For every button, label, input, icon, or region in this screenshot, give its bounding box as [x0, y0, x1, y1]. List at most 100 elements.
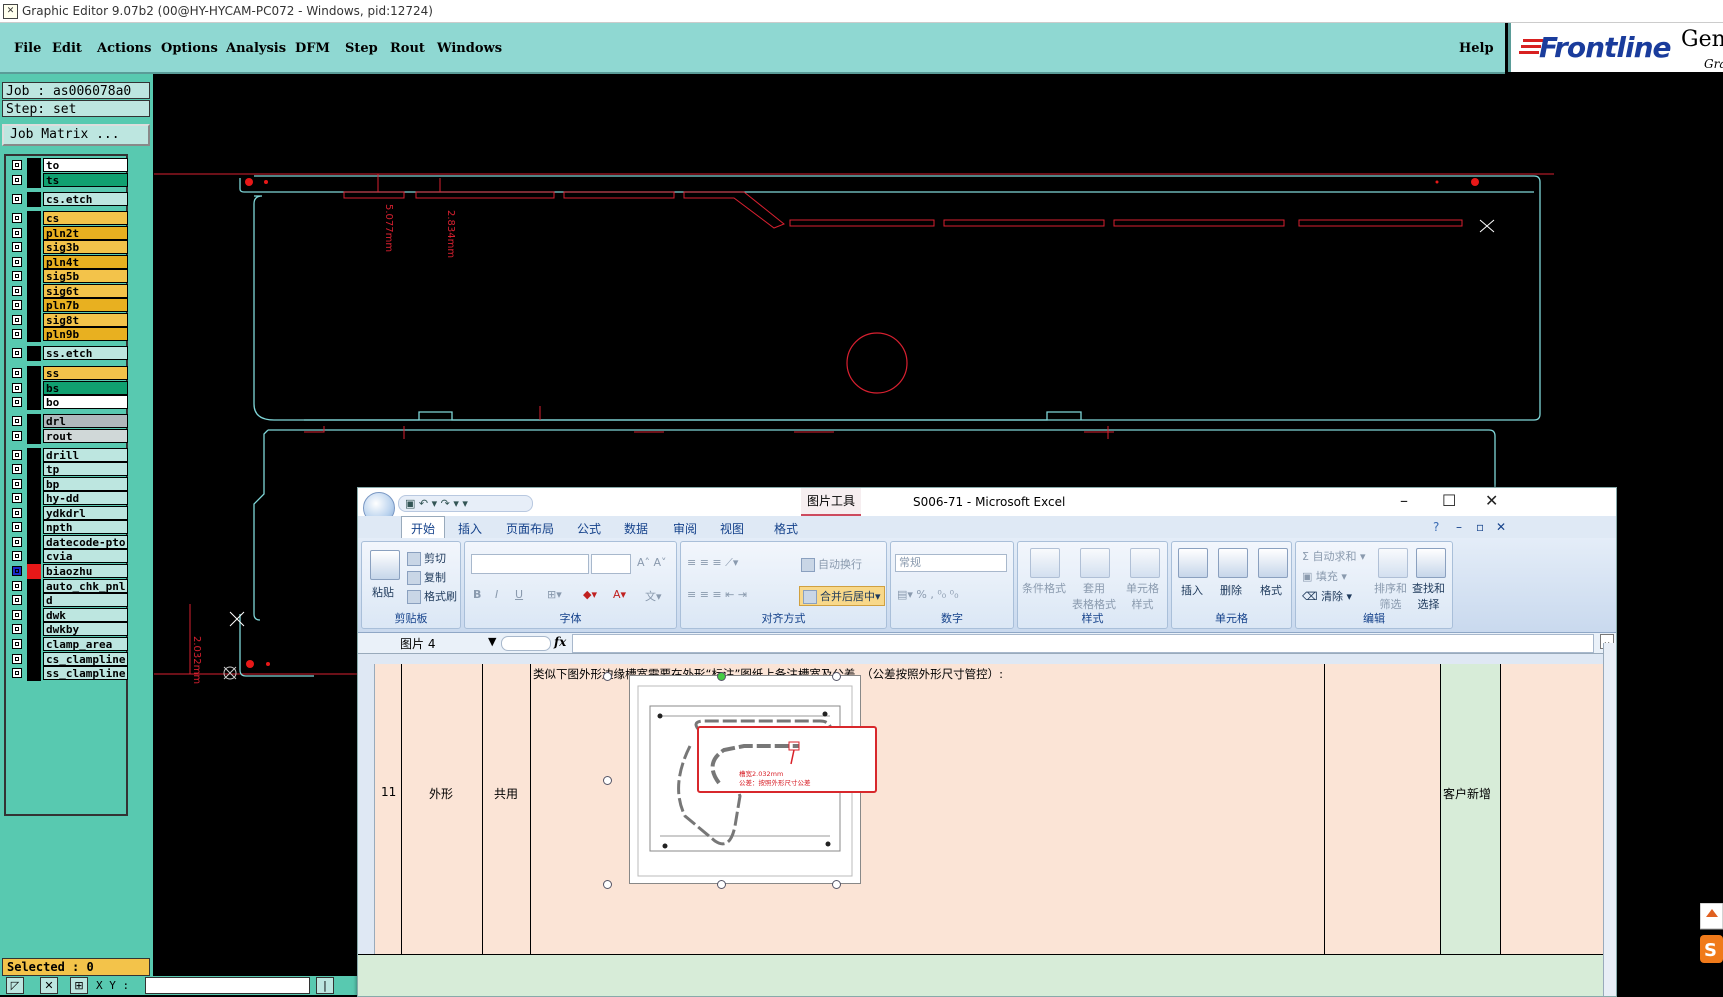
tool-button-2[interactable]: ✕ — [40, 977, 58, 994]
layer-name[interactable]: bo — [43, 395, 128, 409]
format-painter-button[interactable]: 格式刷 — [407, 588, 457, 604]
layer-name[interactable]: cs — [43, 211, 128, 225]
cell-note[interactable]: 客户新增 — [1441, 664, 1501, 954]
layer-row[interactable]: dwkby — [8, 622, 128, 637]
resize-handle[interactable] — [603, 880, 612, 889]
menu-analysis[interactable]: Analysis — [226, 41, 286, 56]
ime-icon[interactable]: S — [1700, 903, 1723, 965]
layer-row[interactable]: d — [8, 593, 128, 608]
find-select-button[interactable]: 查找和 选择 — [1412, 580, 1445, 612]
border-icon[interactable]: ⊞▾ — [547, 588, 562, 601]
layer-name[interactable]: npth — [43, 520, 128, 534]
layer-row[interactable]: hy-dd — [8, 491, 128, 506]
layer-checkbox[interactable] — [12, 508, 22, 518]
maximize-icon[interactable]: ☐ — [1442, 491, 1456, 510]
italic-icon[interactable]: I — [495, 588, 498, 601]
layer-checkbox[interactable] — [12, 522, 22, 532]
layer-row[interactable]: ss.etch — [8, 346, 128, 361]
tab-home[interactable]: 开始 — [401, 516, 446, 538]
layer-name[interactable]: hy-dd — [43, 491, 128, 505]
layer-name[interactable]: dwk — [43, 608, 128, 622]
menu-edit[interactable]: Edit — [52, 41, 82, 56]
layer-row[interactable]: auto_chk_pnl — [8, 579, 128, 594]
layer-row[interactable]: sig6t — [8, 284, 128, 299]
layer-row[interactable]: cvia — [8, 549, 128, 564]
layer-row[interactable]: cs — [8, 211, 128, 226]
layer-checkbox[interactable] — [12, 383, 22, 393]
layer-checkbox[interactable] — [12, 194, 22, 204]
tool-button-1[interactable]: ◸ — [6, 977, 24, 994]
layer-name[interactable]: bp — [43, 477, 128, 491]
tab-view[interactable]: 视图 — [720, 520, 744, 537]
layer-checkbox[interactable] — [12, 566, 22, 576]
fx-icon[interactable]: fx — [554, 635, 566, 649]
minimize-icon[interactable]: – — [1400, 491, 1408, 510]
layer-checkbox[interactable] — [12, 242, 22, 252]
layer-row[interactable]: rout — [8, 429, 128, 444]
copy-button[interactable]: 复制 — [407, 569, 446, 585]
layer-checkbox[interactable] — [12, 160, 22, 170]
help-icon[interactable]: ? — [1433, 520, 1439, 534]
layer-row[interactable]: dwk — [8, 608, 128, 623]
layer-checkbox[interactable] — [12, 348, 22, 358]
layer-name[interactable]: pln2t — [43, 226, 128, 240]
resize-handle[interactable] — [832, 672, 841, 681]
close-icon[interactable]: ✕ — [1485, 491, 1498, 510]
merge-center-button[interactable]: 合并后居中▾ — [799, 586, 885, 606]
autosum-button[interactable]: Σ 自动求和 ▾ — [1302, 548, 1365, 564]
quick-access-toolbar[interactable]: ▣ ↶ ▾ ↷ ▾ ▾ — [398, 495, 533, 512]
layer-name[interactable]: cvia — [43, 549, 128, 563]
wrap-text-button[interactable]: 自动换行 — [801, 556, 862, 572]
name-box[interactable]: 图片 4 — [400, 635, 435, 652]
layer-name[interactable]: clamp_area — [43, 637, 128, 651]
currency-icon[interactable]: ▤▾ % , ⁰₀ ⁰₀ — [897, 588, 959, 601]
layer-checkbox[interactable] — [12, 329, 22, 339]
layer-name[interactable]: ts — [43, 173, 128, 187]
rotate-handle[interactable] — [717, 672, 726, 681]
formula-cancel-enter[interactable] — [501, 636, 551, 651]
paste-button[interactable]: 粘贴 — [372, 584, 394, 600]
layer-name[interactable]: to — [43, 158, 128, 172]
bold-icon[interactable]: B — [473, 588, 481, 601]
font-size-select[interactable] — [591, 554, 631, 574]
insert-cells-button[interactable]: 插入 — [1181, 582, 1203, 598]
layer-name[interactable]: datecode-pto — [43, 535, 128, 549]
layer-row[interactable]: cs.etch — [8, 192, 128, 207]
layer-checkbox[interactable] — [12, 450, 22, 460]
formula-input[interactable] — [572, 634, 1594, 653]
layer-name[interactable]: d — [43, 593, 128, 607]
layer-name[interactable]: cs_clampline — [43, 652, 128, 666]
menu-options[interactable]: Options — [161, 41, 218, 56]
layer-row[interactable]: bp — [8, 477, 128, 492]
menu-windows[interactable]: Windows — [437, 41, 502, 56]
layer-name[interactable]: biaozhu — [43, 564, 128, 578]
grid-icon[interactable]: ⊞ — [70, 977, 88, 994]
tab-format[interactable]: 格式 — [774, 520, 798, 537]
sort-filter-button[interactable]: 排序和 筛选 — [1374, 580, 1407, 612]
conditional-format-button[interactable]: 条件格式 — [1022, 580, 1066, 596]
layer-name[interactable]: ydkdrl — [43, 506, 128, 520]
layer-name[interactable]: ss_clampline — [43, 666, 128, 680]
menu-file[interactable]: File — [14, 41, 41, 56]
layer-checkbox[interactable] — [12, 493, 22, 503]
layer-row[interactable]: to — [8, 158, 128, 173]
namebox-dropdown-icon[interactable]: ▼ — [488, 635, 496, 648]
layer-row[interactable]: sig8t — [8, 313, 128, 328]
resize-handle[interactable] — [603, 776, 612, 785]
layer-name[interactable]: drill — [43, 448, 128, 462]
layer-checkbox[interactable] — [12, 213, 22, 223]
layer-name[interactable]: ss.etch — [43, 346, 128, 360]
font-name-select[interactable] — [471, 554, 589, 574]
layer-name[interactable]: tp — [43, 462, 128, 476]
layer-checkbox[interactable] — [12, 397, 22, 407]
align-left-icon[interactable]: ≡ ≡ ≡ ⇤ ⇥ — [687, 588, 747, 601]
layer-checkbox[interactable] — [12, 595, 22, 605]
layer-row[interactable]: ss — [8, 366, 128, 381]
layer-row[interactable]: sig5b — [8, 269, 128, 284]
layer-row[interactable]: cs_clampline — [8, 652, 128, 667]
layer-row[interactable]: ts — [8, 173, 128, 188]
cell-empty[interactable] — [1325, 664, 1441, 954]
layer-row[interactable]: npth — [8, 520, 128, 535]
format-cells-button[interactable]: 格式 — [1260, 582, 1282, 598]
resize-handle[interactable] — [603, 672, 612, 681]
